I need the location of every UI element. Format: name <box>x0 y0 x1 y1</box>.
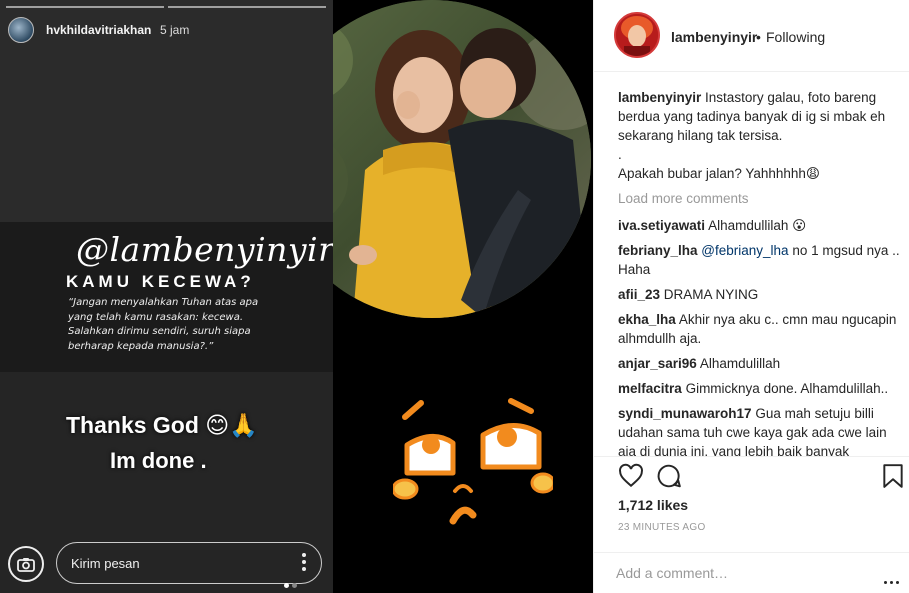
story-timestamp: 5 jam <box>160 23 190 37</box>
post-actions-bar <box>594 456 909 496</box>
comment-item: anjar_sari96 Alhamdulillah <box>618 354 900 373</box>
more-icon[interactable] <box>884 571 902 589</box>
comment-item: syndi_munawaroh17 Gua mah setuju billi u… <box>618 404 900 456</box>
comment-username[interactable]: anjar_sari96 <box>618 356 697 371</box>
add-comment-input[interactable] <box>616 563 856 583</box>
comments-list: lambenyinyir Instastory galau, foto bare… <box>618 88 900 456</box>
likes-count[interactable]: 1,712 likes <box>618 497 688 513</box>
quote-handle: @lambenyinyir <box>76 230 333 269</box>
comment-username[interactable]: iva.setiyawati <box>618 218 705 233</box>
story-photo-area <box>333 0 593 593</box>
post-caption: lambenyinyir Instastory galau, foto bare… <box>618 88 900 183</box>
profile-avatar[interactable] <box>614 12 660 58</box>
comment-text: Gimmicknya done. Alhamdulillah.. <box>685 381 889 396</box>
send-message-input[interactable]: Kirim pesan <box>56 542 322 584</box>
story-avatar[interactable] <box>8 17 34 43</box>
story-progress-bar <box>168 6 326 8</box>
comment-username[interactable]: afii_23 <box>618 287 660 302</box>
post-header: lambenyinyir • Following <box>594 0 909 72</box>
following-button[interactable]: Following <box>766 29 825 45</box>
comment-text: DRAMA NYING <box>663 287 759 302</box>
cute-face-sticker <box>393 398 553 525</box>
comment-username[interactable]: ekha_lha <box>618 312 676 327</box>
caption-dot: . <box>618 147 622 162</box>
send-message-placeholder: Kirim pesan <box>71 556 140 571</box>
post-timestamp: 23 MINUTES AGO <box>618 522 706 533</box>
caption-question: Apakah bubar jalan? Yahhhhhh😩 <box>618 166 820 181</box>
story-username[interactable]: hvkhildavitriakhan <box>46 23 151 37</box>
story-page-dots <box>284 575 300 593</box>
page-dot-active <box>284 583 289 588</box>
comment-mention[interactable]: @febriany_lha <box>701 243 788 258</box>
comment-username[interactable]: melfacitra <box>618 381 682 396</box>
load-more-comments-link[interactable]: Load more comments <box>618 189 900 208</box>
comment-username[interactable]: syndi_munawaroh17 <box>618 406 752 421</box>
instagram-post-panel: lambenyinyir • Following lambenyinyir In… <box>593 0 909 593</box>
story-panel: hvkhildavitriakhan 5 jam @lambenyinyir K… <box>0 0 333 593</box>
speech-bubble-icon[interactable] <box>656 463 682 489</box>
camera-button[interactable] <box>8 546 44 582</box>
comment-username[interactable]: febriany_lha <box>618 243 698 258</box>
camera-icon <box>17 557 35 572</box>
story-thanks-text: Thanks God 😊🙏 <box>66 412 258 438</box>
comment-item: iva.setiyawati Alhamdullilah 😮 <box>618 216 900 235</box>
add-comment-bar <box>594 552 909 593</box>
couple-photo <box>333 0 591 318</box>
story-header-area: hvkhildavitriakhan 5 jam <box>0 0 333 222</box>
quote-text: “Jangan menyalahkan Tuhan atas apa yang … <box>68 297 259 352</box>
heart-icon[interactable] <box>618 463 644 489</box>
comment-item: febriany_lha @febriany_lha no 1 mgsud ny… <box>618 241 900 279</box>
comment-item: melfacitra Gimmicknya done. Alhamdulilla… <box>618 379 900 398</box>
story-progress-bar <box>6 6 164 8</box>
story-quote-card: @lambenyinyir KAMU KECEWA? “Jangan menya… <box>0 222 333 372</box>
header-separator: • <box>756 29 761 45</box>
comment-text: Alhamdullilah 😮 <box>708 218 807 233</box>
story-done-text: Im done . <box>110 448 207 473</box>
page-dot <box>292 583 297 588</box>
quote-title: KAMU KECEWA? <box>66 272 255 291</box>
post-username[interactable]: lambenyinyir <box>671 29 757 45</box>
comment-item: ekha_lha Akhir nya aku c.. cmn mau nguca… <box>618 310 900 348</box>
caption-username[interactable]: lambenyinyir <box>618 90 701 105</box>
bookmark-icon[interactable] <box>882 463 904 489</box>
comment-item: afii_23 DRAMA NYING <box>618 285 900 304</box>
more-options-icon[interactable] <box>301 553 307 573</box>
comment-text: Alhamdulillah <box>699 356 781 371</box>
